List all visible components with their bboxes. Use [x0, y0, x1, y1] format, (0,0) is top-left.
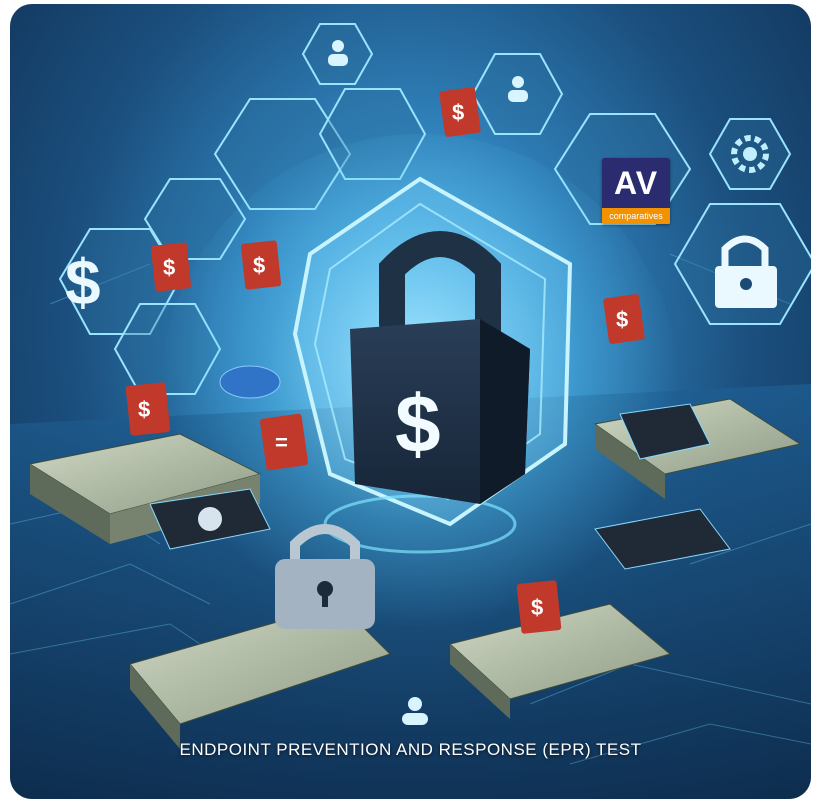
svg-text:$: $: [452, 100, 464, 125]
av-comparatives-logo: AV comparatives: [602, 158, 670, 224]
dome-device: [219, 365, 281, 399]
dollar-sign-icon: $: [65, 246, 101, 318]
illustration: $ $ $ $ $ $ $ = $: [10, 23, 811, 799]
lock-dollar-icon: $: [395, 379, 441, 470]
svg-text:$: $: [253, 253, 265, 278]
svg-text:$: $: [531, 595, 543, 620]
svg-text:$: $: [138, 397, 150, 422]
logo-subtitle: comparatives: [602, 208, 670, 224]
svg-text:=: =: [275, 430, 288, 455]
hero-image: $ $ $ $ $ $ $ = $ AV comparatives ENDPOI…: [10, 4, 811, 799]
logo-brand: AV: [602, 158, 670, 208]
svg-text:$: $: [163, 255, 175, 280]
svg-text:$: $: [616, 307, 628, 332]
caption-text: ENDPOINT PREVENTION AND RESPONSE (EPR) T…: [179, 740, 642, 759]
